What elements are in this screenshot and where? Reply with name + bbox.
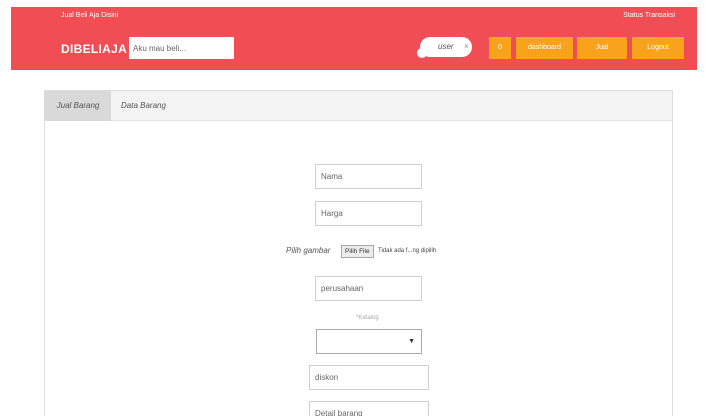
katalog-select[interactable]: ▼ xyxy=(316,329,422,354)
logout-button[interactable]: Logout xyxy=(632,37,684,59)
detail-barang-input[interactable] xyxy=(309,401,429,416)
product-panel: Jual Barang Data Barang Pilih gambar Pil… xyxy=(44,90,673,416)
header-bar: Jual Beli Aja Disini Status Transaksi DI… xyxy=(11,7,697,70)
cart-count-button[interactable]: 0 xyxy=(489,37,511,59)
file-choose-button[interactable]: Pilih File xyxy=(341,245,374,258)
diskon-input[interactable] xyxy=(309,365,429,390)
gambar-label: Pilih gambar xyxy=(286,246,331,255)
katalog-label: *Katalog xyxy=(356,315,379,321)
tab-data-barang[interactable]: Data Barang xyxy=(121,91,166,121)
file-status-text: Tidak ada f...ng dipilih xyxy=(378,248,437,254)
nama-input[interactable] xyxy=(315,164,422,189)
status-transaksi-link[interactable]: Status Transaksi xyxy=(623,12,675,19)
user-name: user xyxy=(438,42,454,51)
search-input[interactable] xyxy=(129,37,234,59)
jual-button[interactable]: Jual xyxy=(577,37,627,59)
close-icon[interactable]: × xyxy=(464,42,469,51)
tab-jual-barang[interactable]: Jual Barang xyxy=(45,91,111,121)
brand-logo[interactable]: DIBELIAJA xyxy=(61,42,127,56)
user-chip-tail xyxy=(417,48,427,58)
caret-down-icon: ▼ xyxy=(408,338,415,345)
dashboard-button[interactable]: dashboard xyxy=(516,37,573,59)
tagline: Jual Beli Aja Disini xyxy=(61,12,119,19)
harga-input[interactable] xyxy=(315,201,422,226)
perusahaan-input[interactable] xyxy=(315,276,422,301)
tab-bar: Jual Barang Data Barang xyxy=(45,91,672,121)
